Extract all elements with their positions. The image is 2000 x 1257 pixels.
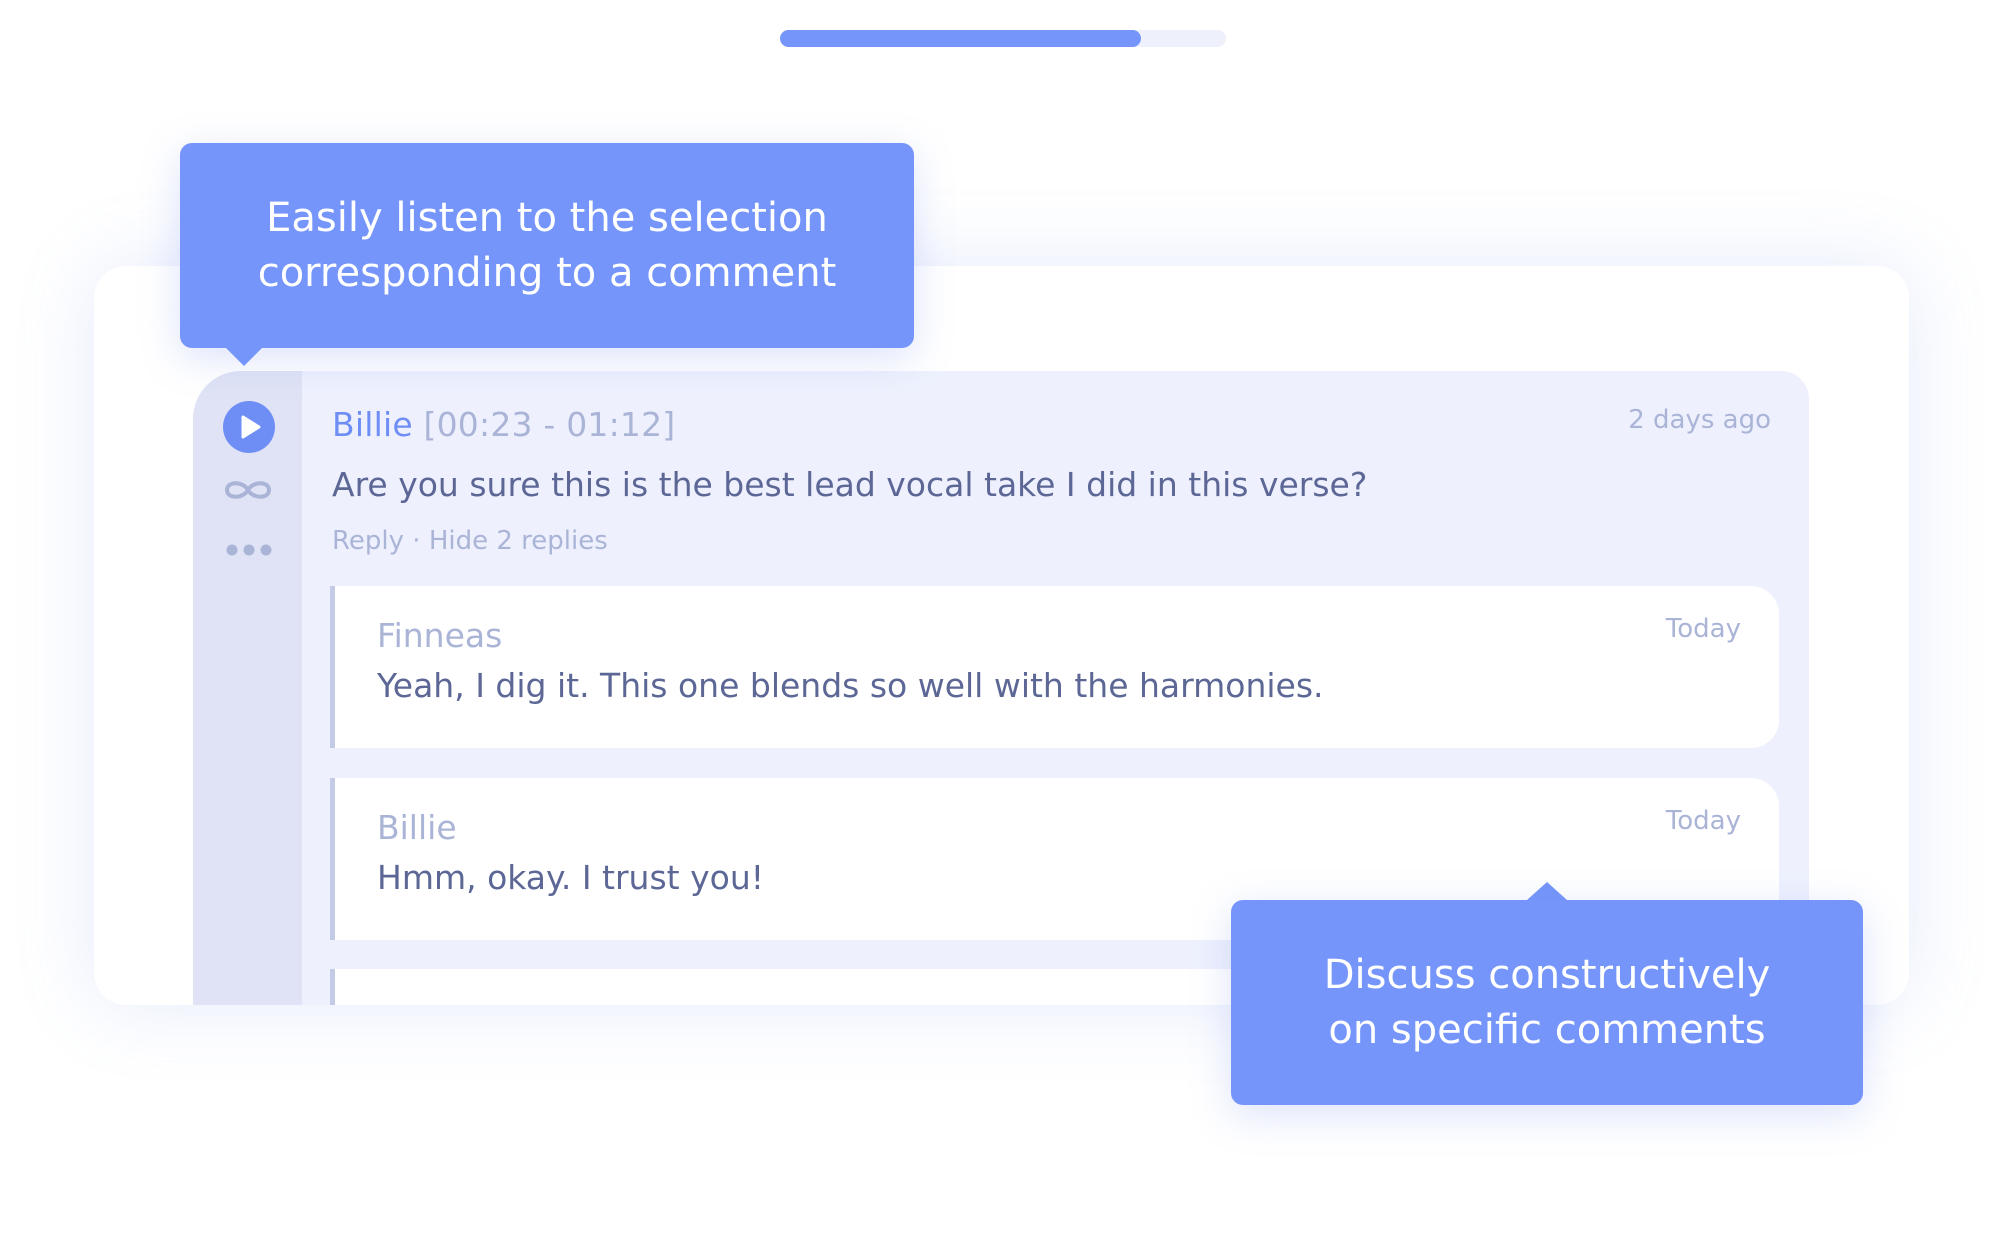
- callout-listen-selection: Easily listen to the selection correspon…: [180, 143, 914, 348]
- page: Billie [00:23 - 01:12] 2 days ago Are yo…: [0, 0, 2000, 1257]
- reply-author: Billie: [377, 808, 457, 847]
- hide-replies-link[interactable]: Hide 2 replies: [429, 526, 608, 556]
- reply-link[interactable]: Reply: [332, 526, 404, 556]
- callout-discuss-text: Discuss constructively on specific comme…: [1323, 951, 1771, 1053]
- action-separator: ·: [412, 526, 421, 556]
- reply-author: Finneas: [377, 616, 503, 655]
- play-icon: [241, 415, 261, 439]
- callout-pointer: [1527, 882, 1567, 900]
- comment-author[interactable]: Billie: [332, 405, 413, 444]
- reply-text: Yeah, I dig it. This one blends so well …: [377, 666, 1324, 705]
- callout-listen-text: Easily listen to the selection correspon…: [257, 194, 837, 296]
- callout-pointer: [226, 348, 262, 366]
- reply-text: Hmm, okay. I trust you!: [377, 858, 764, 897]
- progress-bar: [780, 30, 1226, 47]
- comment-action-rail: [193, 371, 302, 1005]
- more-dots-icon[interactable]: [225, 543, 273, 557]
- reply-item: Finneas Today Yeah, I dig it. This one b…: [330, 586, 1779, 748]
- comment-time-range[interactable]: [00:23 - 01:12]: [424, 405, 676, 444]
- progress-bar-fill: [780, 30, 1142, 47]
- infinity-icon[interactable]: [221, 475, 275, 505]
- comment-header: Billie [00:23 - 01:12]: [332, 405, 675, 444]
- reply-timestamp: Today: [1665, 806, 1741, 836]
- play-selection-button[interactable]: [223, 401, 275, 453]
- callout-discuss-comments: Discuss constructively on specific comme…: [1231, 900, 1863, 1105]
- comment-timestamp: 2 days ago: [1628, 405, 1771, 435]
- comment-actions: Reply · Hide 2 replies: [332, 526, 608, 556]
- comment-text: Are you sure this is the best lead vocal…: [332, 465, 1368, 504]
- reply-timestamp: Today: [1665, 614, 1741, 644]
